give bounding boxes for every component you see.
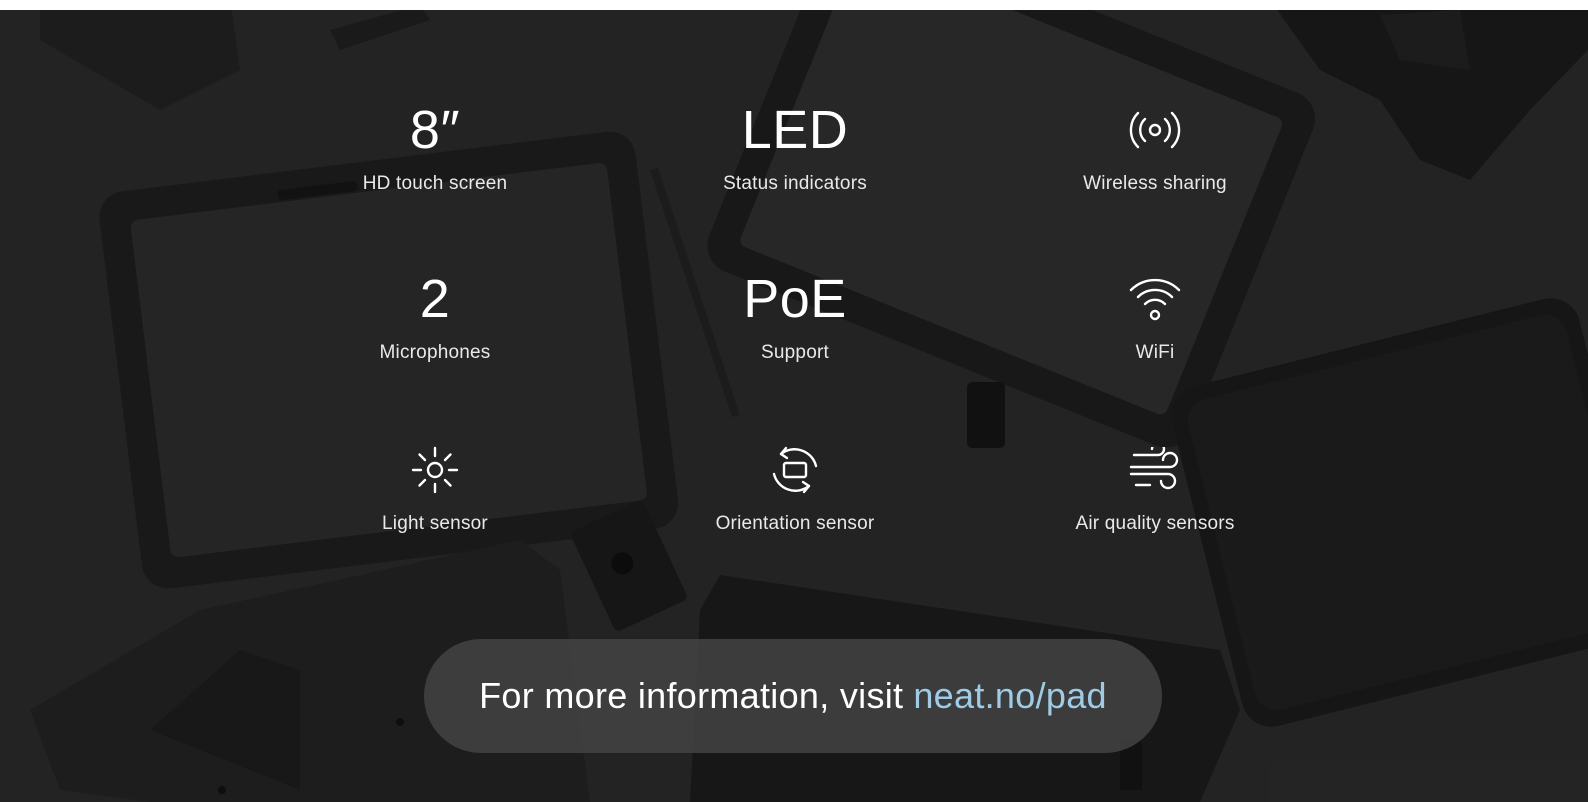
feature-microphones: 2 Microphones (285, 264, 585, 364)
feature-orientation-sensor: Orientation sensor (645, 435, 945, 535)
more-info-banner: For more information, visit neat.no/pad (424, 639, 1162, 753)
feature-label: Air quality sensors (1075, 513, 1235, 534)
feature-value: 2 (419, 269, 451, 329)
feature-screen: 8″ HD touch screen (285, 95, 585, 195)
feature-label: Wireless sharing (1083, 173, 1227, 194)
feature-wifi: WiFi (1005, 264, 1305, 364)
feature-label: Light sensor (382, 513, 488, 534)
feature-label: Support (761, 342, 829, 363)
product-features-section: 8″ HD touch screen LED Status indicators… (0, 10, 1588, 802)
feature-label: Status indicators (723, 173, 867, 194)
feature-label: Orientation sensor (715, 513, 875, 534)
feature-value: LED (741, 100, 849, 160)
feature-wireless-sharing: Wireless sharing (1005, 95, 1305, 195)
more-info-link[interactable]: neat.no/pad (913, 675, 1106, 717)
feature-led: LED Status indicators (645, 95, 945, 195)
feature-value: 8″ (409, 100, 461, 160)
feature-air-quality: Air quality sensors (1005, 435, 1305, 535)
wind-icon (1129, 447, 1179, 490)
wifi-icon (1129, 278, 1181, 321)
feature-poe: PoE Support (645, 264, 945, 364)
sun-icon (411, 446, 459, 494)
feature-label: Microphones (379, 342, 491, 363)
feature-light-sensor: Light sensor (285, 435, 585, 535)
feature-label: WiFi (1135, 342, 1175, 363)
feature-value: PoE (743, 269, 847, 329)
rotate-icon (772, 446, 818, 494)
wireless-sharing-icon (1129, 111, 1181, 149)
feature-label: HD touch screen (362, 173, 508, 194)
more-info-text: For more information, visit (479, 675, 904, 716)
